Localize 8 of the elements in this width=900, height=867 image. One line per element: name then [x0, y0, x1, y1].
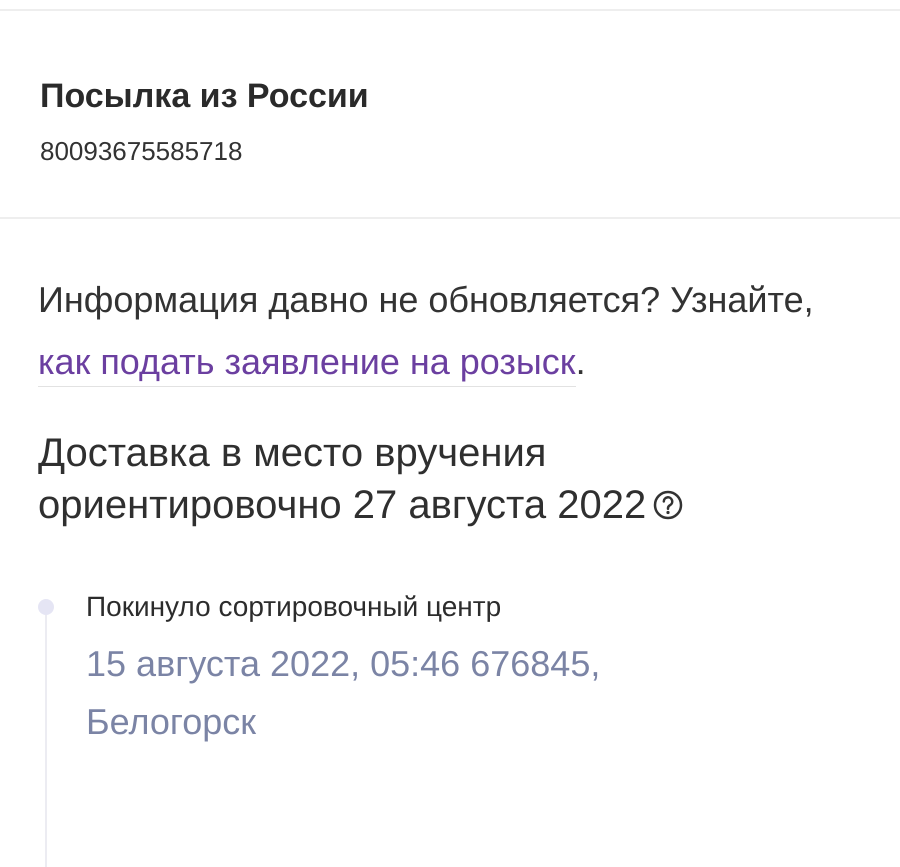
- notice-text: Информация давно не обновляется? Узнайте, как подать заявление на розыск.: [38, 269, 860, 393]
- event-details: 15 августа 2022, 05:46 676845, Белогорск: [86, 642, 602, 744]
- delivery-estimate: Доставка в место вручения ориентировочно 27 августа 2022: [38, 431, 646, 527]
- help-icon[interactable]: [652, 489, 684, 521]
- search-request-link[interactable]: как подать заявление на розыск: [38, 341, 576, 387]
- tracking-number: 80093675585718: [40, 136, 244, 167]
- parcel-title: Посылка из России: [40, 77, 370, 116]
- event-title: Покинуло сортировочный центр: [86, 590, 502, 624]
